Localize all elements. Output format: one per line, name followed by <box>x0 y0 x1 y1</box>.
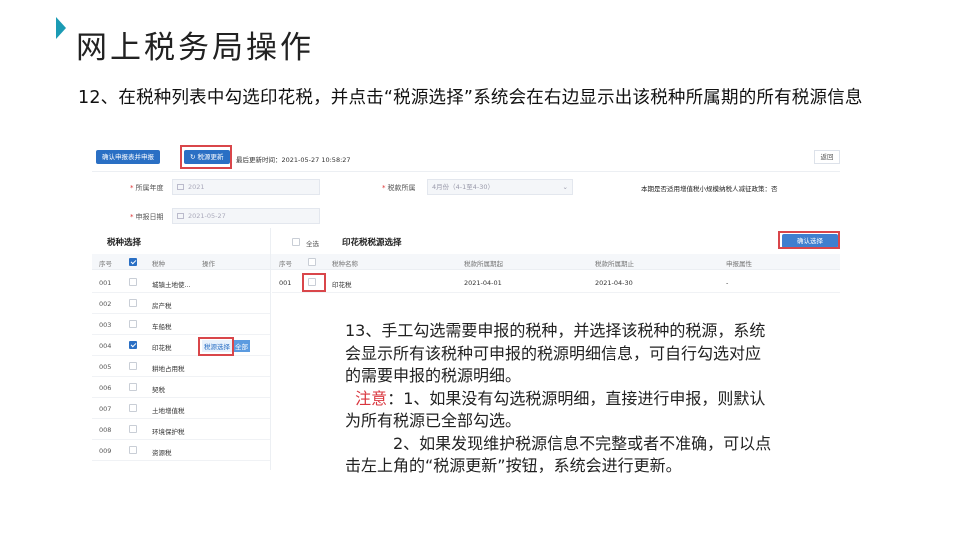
note-line: 击左上角的“税源更新”按钮，系统会进行更新。 <box>345 456 682 475</box>
note-line: 为所有税源已全部勾选。 <box>345 411 522 430</box>
select-all-checkbox[interactable] <box>292 238 300 246</box>
date-field[interactable]: 2021-05-27 <box>172 208 320 224</box>
calendar-icon <box>177 213 184 219</box>
step-13-notes: 13、手工勾选需要申报的税种，并选择该税种的税源，系统 会显示所有该税种可申报的… <box>345 320 850 478</box>
row-checkbox[interactable] <box>129 299 137 307</box>
header-checkbox[interactable] <box>129 258 137 266</box>
slide-title: 网上税务局操作 <box>76 30 314 66</box>
table-row[interactable]: 004 印花税 税源选择 全部 <box>92 335 270 356</box>
chevron-down-icon: ⌄ <box>562 183 568 191</box>
highlight-update-source <box>180 145 232 169</box>
table-row[interactable]: 006 契税 <box>92 377 270 398</box>
note-line: 13、手工勾选需要申报的税种，并选择该税种的税源，系统 <box>345 321 766 340</box>
note-line: 注意：1、如果没有勾选税源明细，直接进行申报，则默认 <box>355 388 766 408</box>
header-start: 税款所属期起 <box>464 260 503 268</box>
calendar-icon <box>177 184 184 190</box>
source-table-row[interactable]: 001 印花税 2021-04-01 2021-04-30 - <box>272 272 840 293</box>
row-checkbox-checked[interactable] <box>129 341 137 349</box>
note-line: 2、如果发现维护税源信息不完整或者不准确，可以点 <box>393 433 772 453</box>
year-label: * 所属年度 <box>130 184 164 192</box>
header-source-checkbox[interactable] <box>308 258 316 266</box>
return-button[interactable]: 返回 <box>814 150 840 164</box>
row-checkbox[interactable] <box>129 278 137 286</box>
header-attr: 申报属性 <box>726 260 752 268</box>
row-checkbox[interactable] <box>129 425 137 433</box>
table-header-row: 序号 税种 操作 序号 税种名称 税款所属期起 税款所属期止 申报属性 <box>92 254 840 270</box>
period-select[interactable]: 4月份（4-1至4-30） ⌄ <box>427 179 573 195</box>
period-label: * 税款所属 <box>382 184 416 192</box>
header-source-no: 序号 <box>279 260 292 268</box>
table-divider <box>270 228 271 470</box>
row-checkbox[interactable] <box>129 446 137 454</box>
header-no: 序号 <box>99 260 112 268</box>
row-checkbox[interactable] <box>129 320 137 328</box>
title-accent-triangle <box>56 17 66 39</box>
header-tax-name: 税种名称 <box>332 260 358 268</box>
select-all-label: 全选 <box>306 240 319 248</box>
table-row[interactable]: 001 城镇土地使... <box>92 272 270 293</box>
date-label: * 申报日期 <box>130 213 164 221</box>
header-op: 操作 <box>202 260 215 268</box>
row-checkbox[interactable] <box>129 404 137 412</box>
table-row[interactable]: 003 车船税 <box>92 314 270 335</box>
policy-notice: 本期是否适用增值税小规模纳税人减征政策：否 <box>641 185 778 193</box>
select-all-link[interactable]: 全部 <box>233 340 250 352</box>
highlight-source-select <box>198 337 234 356</box>
table-row[interactable]: 008 环境保护税 <box>92 419 270 440</box>
table-row[interactable]: 009 资源税 <box>92 440 270 461</box>
source-select-title: 印花税税源选择 <box>342 238 402 248</box>
last-update-time: 最后更新时间：2021-05-27 10:58:27 <box>236 156 351 164</box>
table-row[interactable]: 007 土地增值税 <box>92 398 270 419</box>
table-row[interactable]: 005 耕地占用税 <box>92 356 270 377</box>
confirm-declare-button[interactable]: 确认申报表并申报 <box>96 150 160 164</box>
note-line: 会显示所有该税种可申报的税源明细信息，可自行勾选对应 <box>345 343 762 363</box>
tax-select-title: 税种选择 <box>107 238 142 248</box>
warning-label: 注意 <box>355 388 388 408</box>
highlight-confirm-selection <box>778 231 840 249</box>
row-checkbox[interactable] <box>129 383 137 391</box>
table-row[interactable]: 002 房产税 <box>92 293 270 314</box>
highlight-source-checkbox <box>302 273 326 292</box>
note-line: 的需要申报的税源明细。 <box>345 366 522 385</box>
year-field[interactable]: 2021 <box>172 179 320 195</box>
row-checkbox[interactable] <box>129 362 137 370</box>
header-tax: 税种 <box>152 260 165 268</box>
header-end: 税款所属期止 <box>595 260 634 268</box>
step-12-instruction: 12、在税种列表中勾选印花税，并点击“税源选择”系统会在右边显示出该税种所属期的… <box>78 88 863 108</box>
